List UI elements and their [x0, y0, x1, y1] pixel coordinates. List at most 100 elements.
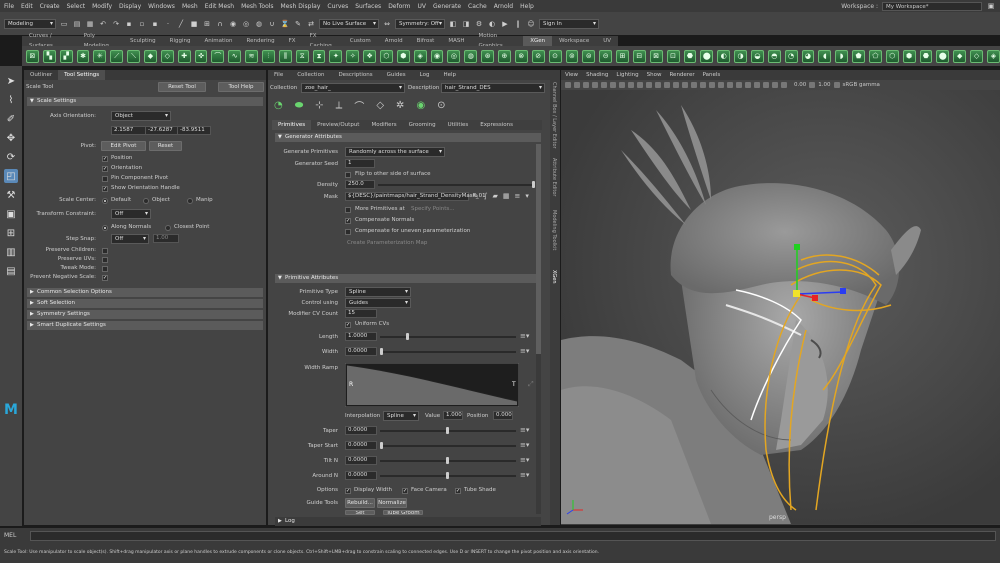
menu-mesh-tools[interactable]: Mesh Tools [241, 3, 273, 10]
outliner-layout-icon[interactable]: ▤ [4, 264, 18, 278]
last-tool-icon[interactable]: ⚒ [4, 188, 18, 202]
colorspace-label[interactable]: sRGB gamma [843, 82, 880, 88]
mode-dropdown[interactable]: Modeling [4, 18, 56, 29]
expression-icon[interactable]: ∫ [484, 192, 488, 200]
soft-selection-section[interactable]: Soft Selection [27, 299, 263, 308]
tilt-n-field[interactable]: 0.0000 [345, 456, 377, 465]
add-guide-icon[interactable]: ⬬ [295, 100, 304, 111]
length-slider[interactable] [380, 333, 516, 340]
closest-point-radio[interactable] [165, 225, 171, 231]
wireframe-icon[interactable] [664, 82, 670, 88]
xgen-scrollbar[interactable] [536, 144, 541, 514]
viewport-scene[interactable]: persp [561, 90, 1000, 524]
select-object-icon[interactable]: ▫ [137, 19, 147, 29]
xgen-shelf-tool-54-icon[interactable]: ⬣ [919, 49, 933, 63]
generator-seed-field[interactable]: 1 [345, 159, 375, 168]
history-icon[interactable]: ⌛ [280, 19, 290, 29]
value-field[interactable]: 1.000 [443, 411, 463, 420]
account-icon[interactable]: ☺ [526, 19, 536, 29]
show-orientation-handle-checkbox[interactable]: ✓ [102, 186, 108, 192]
shelf-tab-fx[interactable]: FX [282, 36, 303, 46]
input-output-icon[interactable]: ⇄ [306, 19, 316, 29]
face-mode-icon[interactable]: ■ [189, 19, 199, 29]
xgen-shelf-tool-11-icon[interactable]: ✜ [194, 49, 208, 63]
snap-point-icon[interactable]: ◉ [228, 19, 238, 29]
toggle-guides-icon[interactable]: ✲ [396, 100, 404, 111]
viewport-menu-panels[interactable]: Panels [703, 70, 721, 80]
scale-tool-icon[interactable]: ◰ [4, 169, 18, 183]
shadows-icon[interactable] [709, 82, 715, 88]
taper-expression-icon[interactable]: ≡▾ [520, 426, 529, 434]
xgen-shelf-tool-24-icon[interactable]: ◈ [413, 49, 427, 63]
create-param-map-button[interactable]: Create Parameterization Map [347, 240, 427, 246]
isolate-icon[interactable] [754, 82, 760, 88]
xgen-shelf-tool-2-icon[interactable]: ▚ [42, 49, 56, 63]
magnet-icon[interactable]: ∪ [267, 19, 277, 29]
menu-generate[interactable]: Generate [433, 3, 461, 10]
axis-orientation-dropdown[interactable]: Object [111, 111, 171, 121]
xgen-shelf-tool-44-icon[interactable]: ◒ [750, 49, 764, 63]
xgen-shelf-tool-8-icon[interactable]: ◆ [144, 49, 157, 63]
xgen-shelf-tool-28-icon[interactable]: ⊛ [481, 49, 495, 63]
menu-display[interactable]: Display [119, 3, 141, 10]
shelf-tab-custom[interactable]: Custom [343, 36, 378, 46]
update-preview-icon[interactable]: ◉ [416, 100, 425, 111]
xgen-shelf-tool-5-icon[interactable]: ✳ [93, 49, 107, 63]
menu-mesh-display[interactable]: Mesh Display [281, 3, 321, 10]
textured-icon[interactable] [691, 82, 697, 88]
xgen-shelf-tool-51-icon[interactable]: ⬠ [868, 49, 882, 63]
smart-duplicate-section[interactable]: Smart Duplicate Settings [27, 321, 263, 330]
primitive-type-dropdown[interactable]: Spline [345, 287, 411, 297]
xgen-shelf-tool-39-icon[interactable]: ⊡ [666, 49, 680, 63]
symmetry-settings-section[interactable]: Symmetry Settings [27, 310, 263, 319]
axis-y-field[interactable]: -27.6287 [145, 126, 179, 135]
viewport-menu-show[interactable]: Show [647, 70, 662, 80]
edge-mode-icon[interactable]: ╱ [176, 19, 186, 29]
construction-history-icon[interactable]: ✎ [293, 19, 303, 29]
xgen-shelf-tool-45-icon[interactable]: ◓ [767, 49, 781, 63]
sign-in-dropdown[interactable]: Sign In [539, 18, 599, 29]
tilt-n-expression-icon[interactable]: ≡▾ [520, 456, 529, 464]
compensate-uneven-checkbox[interactable] [345, 229, 351, 235]
default-material-icon[interactable] [682, 82, 688, 88]
xgen-shelf-tool-21-icon[interactable]: ❖ [363, 49, 377, 63]
xgen-shelf-tool-42-icon[interactable]: ◐ [717, 49, 731, 63]
modeling-toolkit-tab[interactable]: Modeling Toolkit [551, 210, 557, 250]
axis-z-field[interactable]: -83.9511 [177, 126, 211, 135]
xgen-shelf-tool-52-icon[interactable]: ⬡ [885, 49, 899, 63]
shelf-tab-xgen[interactable]: XGen [523, 36, 553, 46]
expression-menu-icon[interactable]: ≡ [515, 192, 521, 200]
taper-slider[interactable] [380, 427, 516, 434]
dof-icon[interactable] [745, 82, 751, 88]
primitive-attributes-section[interactable]: Primitive Attributes [275, 274, 541, 283]
xgen-tab-preview-output[interactable]: Preview/Output [311, 120, 365, 130]
xgen-shelf-tool-22-icon[interactable]: ⬡ [380, 49, 393, 63]
xgen-shelf-tool-15-icon[interactable]: ⫶ [262, 49, 275, 63]
preserve-children-checkbox[interactable] [102, 248, 108, 254]
xgen-shelf-tool-55-icon[interactable]: ⬤ [936, 49, 950, 63]
menu-uv[interactable]: UV [418, 3, 427, 10]
set-length-button[interactable]: Set Length [345, 510, 375, 515]
clear-preview-icon[interactable]: ⊙ [437, 100, 445, 111]
shelf-tab-workspace[interactable]: Workspace [552, 36, 596, 46]
along-normals-radio[interactable] [102, 225, 108, 231]
tube-shade-checkbox[interactable]: ✓ [455, 488, 461, 494]
prevent-negative-scale-checkbox[interactable]: ✓ [102, 275, 108, 281]
xgen-shelf-tool-34-icon[interactable]: ⊜ [582, 49, 596, 63]
compensate-normals-checkbox[interactable]: ✓ [345, 218, 351, 224]
move-guides-icon[interactable]: ⟂ [336, 100, 343, 111]
field-chart-icon[interactable] [637, 82, 643, 88]
pause-icon[interactable]: ‖ [513, 19, 523, 29]
xgen-shelf-tool-58-icon[interactable]: ◈ [986, 49, 1000, 63]
xgen-shelf-tool-37-icon[interactable]: ⊟ [632, 49, 646, 63]
xgen-shelf-tool-47-icon[interactable]: ◕ [801, 49, 815, 63]
ramp-expand-icon[interactable]: ⤢ [528, 380, 534, 389]
snap-view-icon[interactable]: ◎ [241, 19, 251, 29]
edit-pivot-button[interactable]: Edit Pivot [101, 141, 146, 151]
face-camera-checkbox[interactable]: ✓ [402, 488, 408, 494]
xgen-shelf-tool-4-icon[interactable]: ✱ [76, 49, 90, 63]
axis-x-field[interactable]: 2.1587 [111, 126, 147, 135]
xgen-shelf-tool-35-icon[interactable]: ⊝ [599, 49, 613, 63]
menu-windows[interactable]: Windows [148, 3, 175, 10]
taper-field[interactable]: 0.0000 [345, 426, 377, 435]
